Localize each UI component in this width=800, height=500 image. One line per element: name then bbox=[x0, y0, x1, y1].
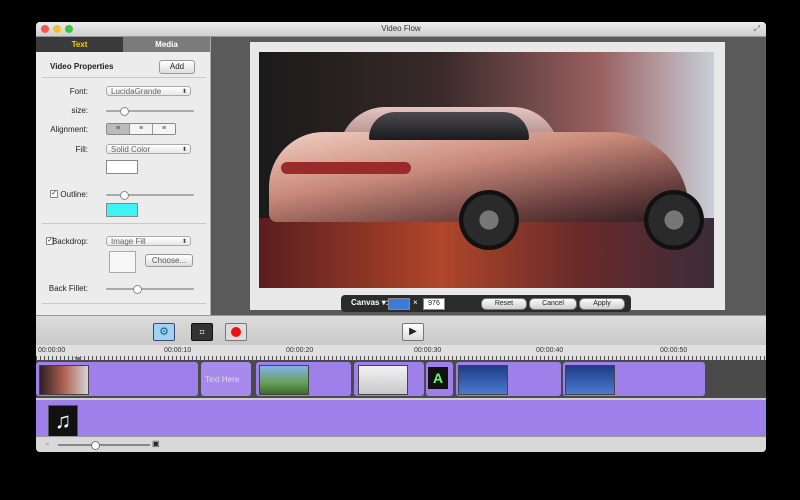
tick-label: 00:00:40 bbox=[536, 347, 564, 354]
record-icon bbox=[231, 327, 241, 337]
choose-button[interactable]: Choose... bbox=[145, 254, 193, 267]
toolbar: ⚙ ⌗ ▶ bbox=[36, 315, 766, 346]
cancel-button[interactable]: Cancel bbox=[529, 298, 577, 310]
timeline-ruler[interactable]: 00:00:00 00:00:10 00:00:20 00:00:30 00:0… bbox=[36, 345, 766, 361]
image-clip[interactable] bbox=[256, 362, 351, 396]
canvas-height-input[interactable]: 976 bbox=[423, 298, 445, 310]
car-taillight bbox=[281, 162, 411, 174]
size-slider[interactable] bbox=[106, 107, 194, 116]
backdrop-label: Backdrop: bbox=[51, 237, 88, 246]
play-button[interactable]: ▶ bbox=[402, 323, 424, 341]
crop-icon[interactable]: ⌗ bbox=[191, 323, 213, 341]
align-center-button[interactable]: ≡ bbox=[130, 124, 153, 134]
times-sign: × bbox=[413, 298, 418, 307]
fill-select-value: Solid Color bbox=[111, 145, 151, 154]
font-select-value: LucidaGrande bbox=[111, 87, 162, 96]
properties-sidebar: Text Media Video Properties Add Font: Lu… bbox=[36, 37, 211, 315]
zoom-out-icon[interactable]: ▫ bbox=[46, 441, 48, 448]
reset-button[interactable]: Reset bbox=[481, 298, 527, 310]
outline-slider[interactable] bbox=[106, 191, 194, 200]
zoom-slider-knob[interactable] bbox=[90, 441, 100, 450]
sidebar-tabs: Text Media bbox=[36, 37, 210, 52]
title-bar: Video Flow ⤢ bbox=[36, 22, 766, 37]
canvas-label[interactable]: Canvas ▾: bbox=[351, 298, 388, 307]
divider bbox=[42, 77, 206, 78]
timeline-zoom-slider[interactable] bbox=[58, 441, 150, 450]
align-right-button[interactable]: ≡ bbox=[153, 124, 175, 134]
size-label: size: bbox=[71, 106, 88, 115]
back-fillet-label: Back Fillet: bbox=[48, 284, 88, 293]
fullscreen-icon[interactable]: ⤢ bbox=[754, 22, 760, 36]
window-title: Video Flow bbox=[381, 24, 421, 33]
video-track: Text Here A bbox=[36, 360, 766, 398]
clip-thumbnail bbox=[39, 365, 89, 395]
record-button[interactable] bbox=[225, 323, 247, 341]
clip-thumbnail bbox=[358, 365, 408, 395]
backdrop-select-value: Image Fill bbox=[111, 237, 146, 246]
divider bbox=[42, 303, 206, 304]
outline-label: Outline: bbox=[60, 190, 88, 199]
gear-icon[interactable]: ⚙ bbox=[153, 323, 175, 341]
fill-color-well[interactable] bbox=[106, 160, 138, 174]
section-title: Video Properties bbox=[50, 62, 114, 71]
text-a-icon: A bbox=[428, 367, 448, 389]
tick-label: 00:00:50 bbox=[660, 347, 688, 354]
zoom-button[interactable] bbox=[65, 25, 73, 33]
car-window bbox=[369, 112, 529, 140]
alignment-label: Alignment: bbox=[50, 125, 88, 134]
car-wheel bbox=[459, 190, 519, 250]
preview-area: Canvas ▾: 1280 × 976 Reset Cancel Apply bbox=[211, 37, 766, 315]
clip-thumbnail bbox=[565, 365, 615, 395]
app-window: Video Flow ⤢ Text Media Video Properties… bbox=[36, 22, 766, 452]
back-fillet-slider-knob[interactable] bbox=[132, 285, 142, 294]
canvas-frame bbox=[250, 42, 725, 310]
chevron-updown-icon: ⬍ bbox=[181, 147, 187, 153]
clip-thumbnail bbox=[458, 365, 508, 395]
close-button[interactable] bbox=[41, 25, 49, 33]
tick-label: 00:00:20 bbox=[286, 347, 314, 354]
fill-select[interactable]: Solid Color ⬍ bbox=[106, 144, 191, 154]
timeline-zoom-bar: ▫ ▣ bbox=[36, 436, 766, 452]
car-wheel bbox=[644, 190, 704, 250]
music-note-icon: ♫ bbox=[48, 405, 78, 437]
align-left-button[interactable]: ≡ bbox=[107, 124, 130, 134]
image-clip[interactable] bbox=[354, 362, 424, 396]
preview-image[interactable] bbox=[259, 52, 714, 288]
text-clip-label: Text Here bbox=[205, 375, 240, 384]
back-fillet-slider[interactable] bbox=[106, 285, 194, 294]
title-clip[interactable]: A bbox=[426, 362, 453, 396]
add-button[interactable]: Add bbox=[159, 60, 195, 74]
tick-label: 00:00:30 bbox=[414, 347, 442, 354]
audio-track[interactable]: ♫ bbox=[36, 400, 766, 440]
image-clip[interactable] bbox=[563, 362, 705, 396]
image-clip[interactable] bbox=[456, 362, 561, 396]
canvas-size-bar: Canvas ▾: 1280 × 976 Reset Cancel Apply bbox=[341, 295, 631, 312]
zoom-in-icon[interactable]: ▣ bbox=[152, 439, 160, 448]
canvas-width-input[interactable]: 1280 bbox=[388, 298, 410, 310]
font-label: Font: bbox=[69, 87, 88, 96]
apply-button[interactable]: Apply bbox=[579, 298, 625, 310]
outline-slider-knob[interactable] bbox=[119, 191, 129, 200]
tick-label: 00:00:00 bbox=[38, 347, 66, 354]
outline-color-well[interactable] bbox=[106, 203, 138, 217]
video-clip[interactable] bbox=[36, 362, 198, 396]
font-select[interactable]: LucidaGrande ⬍ bbox=[106, 86, 191, 96]
divider bbox=[42, 223, 206, 224]
backdrop-image-well[interactable] bbox=[109, 251, 136, 273]
tab-text[interactable]: Text bbox=[36, 37, 123, 52]
minimize-button[interactable] bbox=[53, 25, 61, 33]
tick-label: 00:00:10 bbox=[164, 347, 192, 354]
chevron-updown-icon: ⬍ bbox=[181, 239, 187, 245]
size-slider-knob[interactable] bbox=[119, 107, 129, 116]
tab-media[interactable]: Media bbox=[123, 37, 210, 52]
backdrop-select[interactable]: Image Fill ⬍ bbox=[106, 236, 191, 246]
chevron-updown-icon: ⬍ bbox=[181, 89, 187, 95]
alignment-control: ≡ ≡ ≡ bbox=[106, 123, 176, 135]
fill-label: Fill: bbox=[75, 145, 88, 154]
text-clip[interactable]: Text Here bbox=[201, 362, 251, 396]
clip-thumbnail bbox=[259, 365, 309, 395]
